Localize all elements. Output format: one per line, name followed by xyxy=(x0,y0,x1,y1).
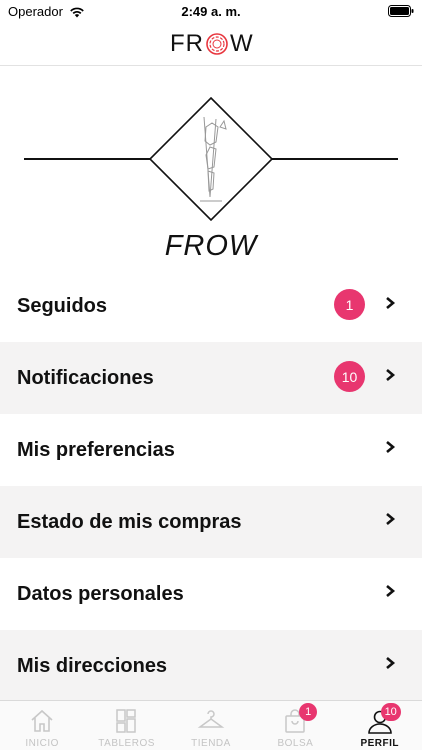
menu-item-estado-compras[interactable]: Estado de mis compras xyxy=(0,486,422,558)
tab-perfil[interactable]: 10 PERFIL xyxy=(338,701,422,750)
chevron-right-icon xyxy=(386,657,396,669)
menu-item-label: Datos personales xyxy=(17,582,184,605)
hanger-icon xyxy=(197,710,225,728)
profile-menu: Seguidos 1 Notificaciones 10 Mis prefere… xyxy=(0,270,422,702)
hanger-rack-emblem-icon xyxy=(24,97,398,221)
tab-inicio[interactable]: INICIO xyxy=(0,701,84,750)
menu-item-label: Mis direcciones xyxy=(17,654,168,677)
chevron-right-icon xyxy=(386,297,396,309)
chevron-right-icon xyxy=(386,441,396,453)
profile-name: FROW xyxy=(164,230,258,262)
menu-item-label: Estado de mis compras xyxy=(17,510,242,533)
menu-item-notificaciones[interactable]: Notificaciones 10 xyxy=(0,342,422,414)
home-icon xyxy=(31,709,53,732)
count-badge: 1 xyxy=(334,289,365,320)
count-badge: 10 xyxy=(334,361,365,392)
tab-label: BOLSA xyxy=(277,738,314,749)
frow-logo-icon xyxy=(206,33,228,55)
profile-header: FROW xyxy=(0,67,422,270)
tab-label: PERFIL xyxy=(360,738,400,749)
status-time: 2:49 a. m. xyxy=(181,4,241,19)
battery-icon xyxy=(388,5,414,17)
tab-bar: INICIO TABLEROS TIENDA 1 BOLSA 10 PERFIL xyxy=(0,700,422,750)
menu-item-label: Seguidos xyxy=(17,294,108,317)
menu-item-seguidos[interactable]: Seguidos 1 xyxy=(0,270,422,342)
profile-count-badge: 10 xyxy=(380,703,401,721)
menu-item-datos-personales[interactable]: Datos personales xyxy=(0,558,422,630)
tab-tableros[interactable]: TABLEROS xyxy=(84,701,168,750)
tab-label: TABLEROS xyxy=(98,738,155,749)
bag-count-badge: 1 xyxy=(299,703,318,721)
menu-item-label: Notificaciones xyxy=(17,366,154,389)
tab-bolsa[interactable]: 1 BOLSA xyxy=(253,701,337,750)
tab-label: INICIO xyxy=(25,738,59,749)
tab-label: TIENDA xyxy=(191,738,231,749)
chevron-right-icon xyxy=(386,369,396,381)
navigation-bar: FR W xyxy=(0,22,422,66)
chevron-right-icon xyxy=(386,585,396,597)
brand-logo[interactable]: FR W xyxy=(170,30,254,58)
chevron-right-icon xyxy=(386,513,396,525)
status-bar: Operador 2:49 a. m. xyxy=(0,0,422,22)
boards-icon xyxy=(116,709,137,733)
menu-item-label: Mis preferencias xyxy=(17,438,175,461)
menu-item-mis-preferencias[interactable]: Mis preferencias xyxy=(0,414,422,486)
logo-text-right: W xyxy=(230,30,254,57)
menu-item-mis-direcciones[interactable]: Mis direcciones xyxy=(0,630,422,702)
logo-text-left: FR xyxy=(170,30,204,57)
tab-tienda[interactable]: TIENDA xyxy=(169,701,253,750)
